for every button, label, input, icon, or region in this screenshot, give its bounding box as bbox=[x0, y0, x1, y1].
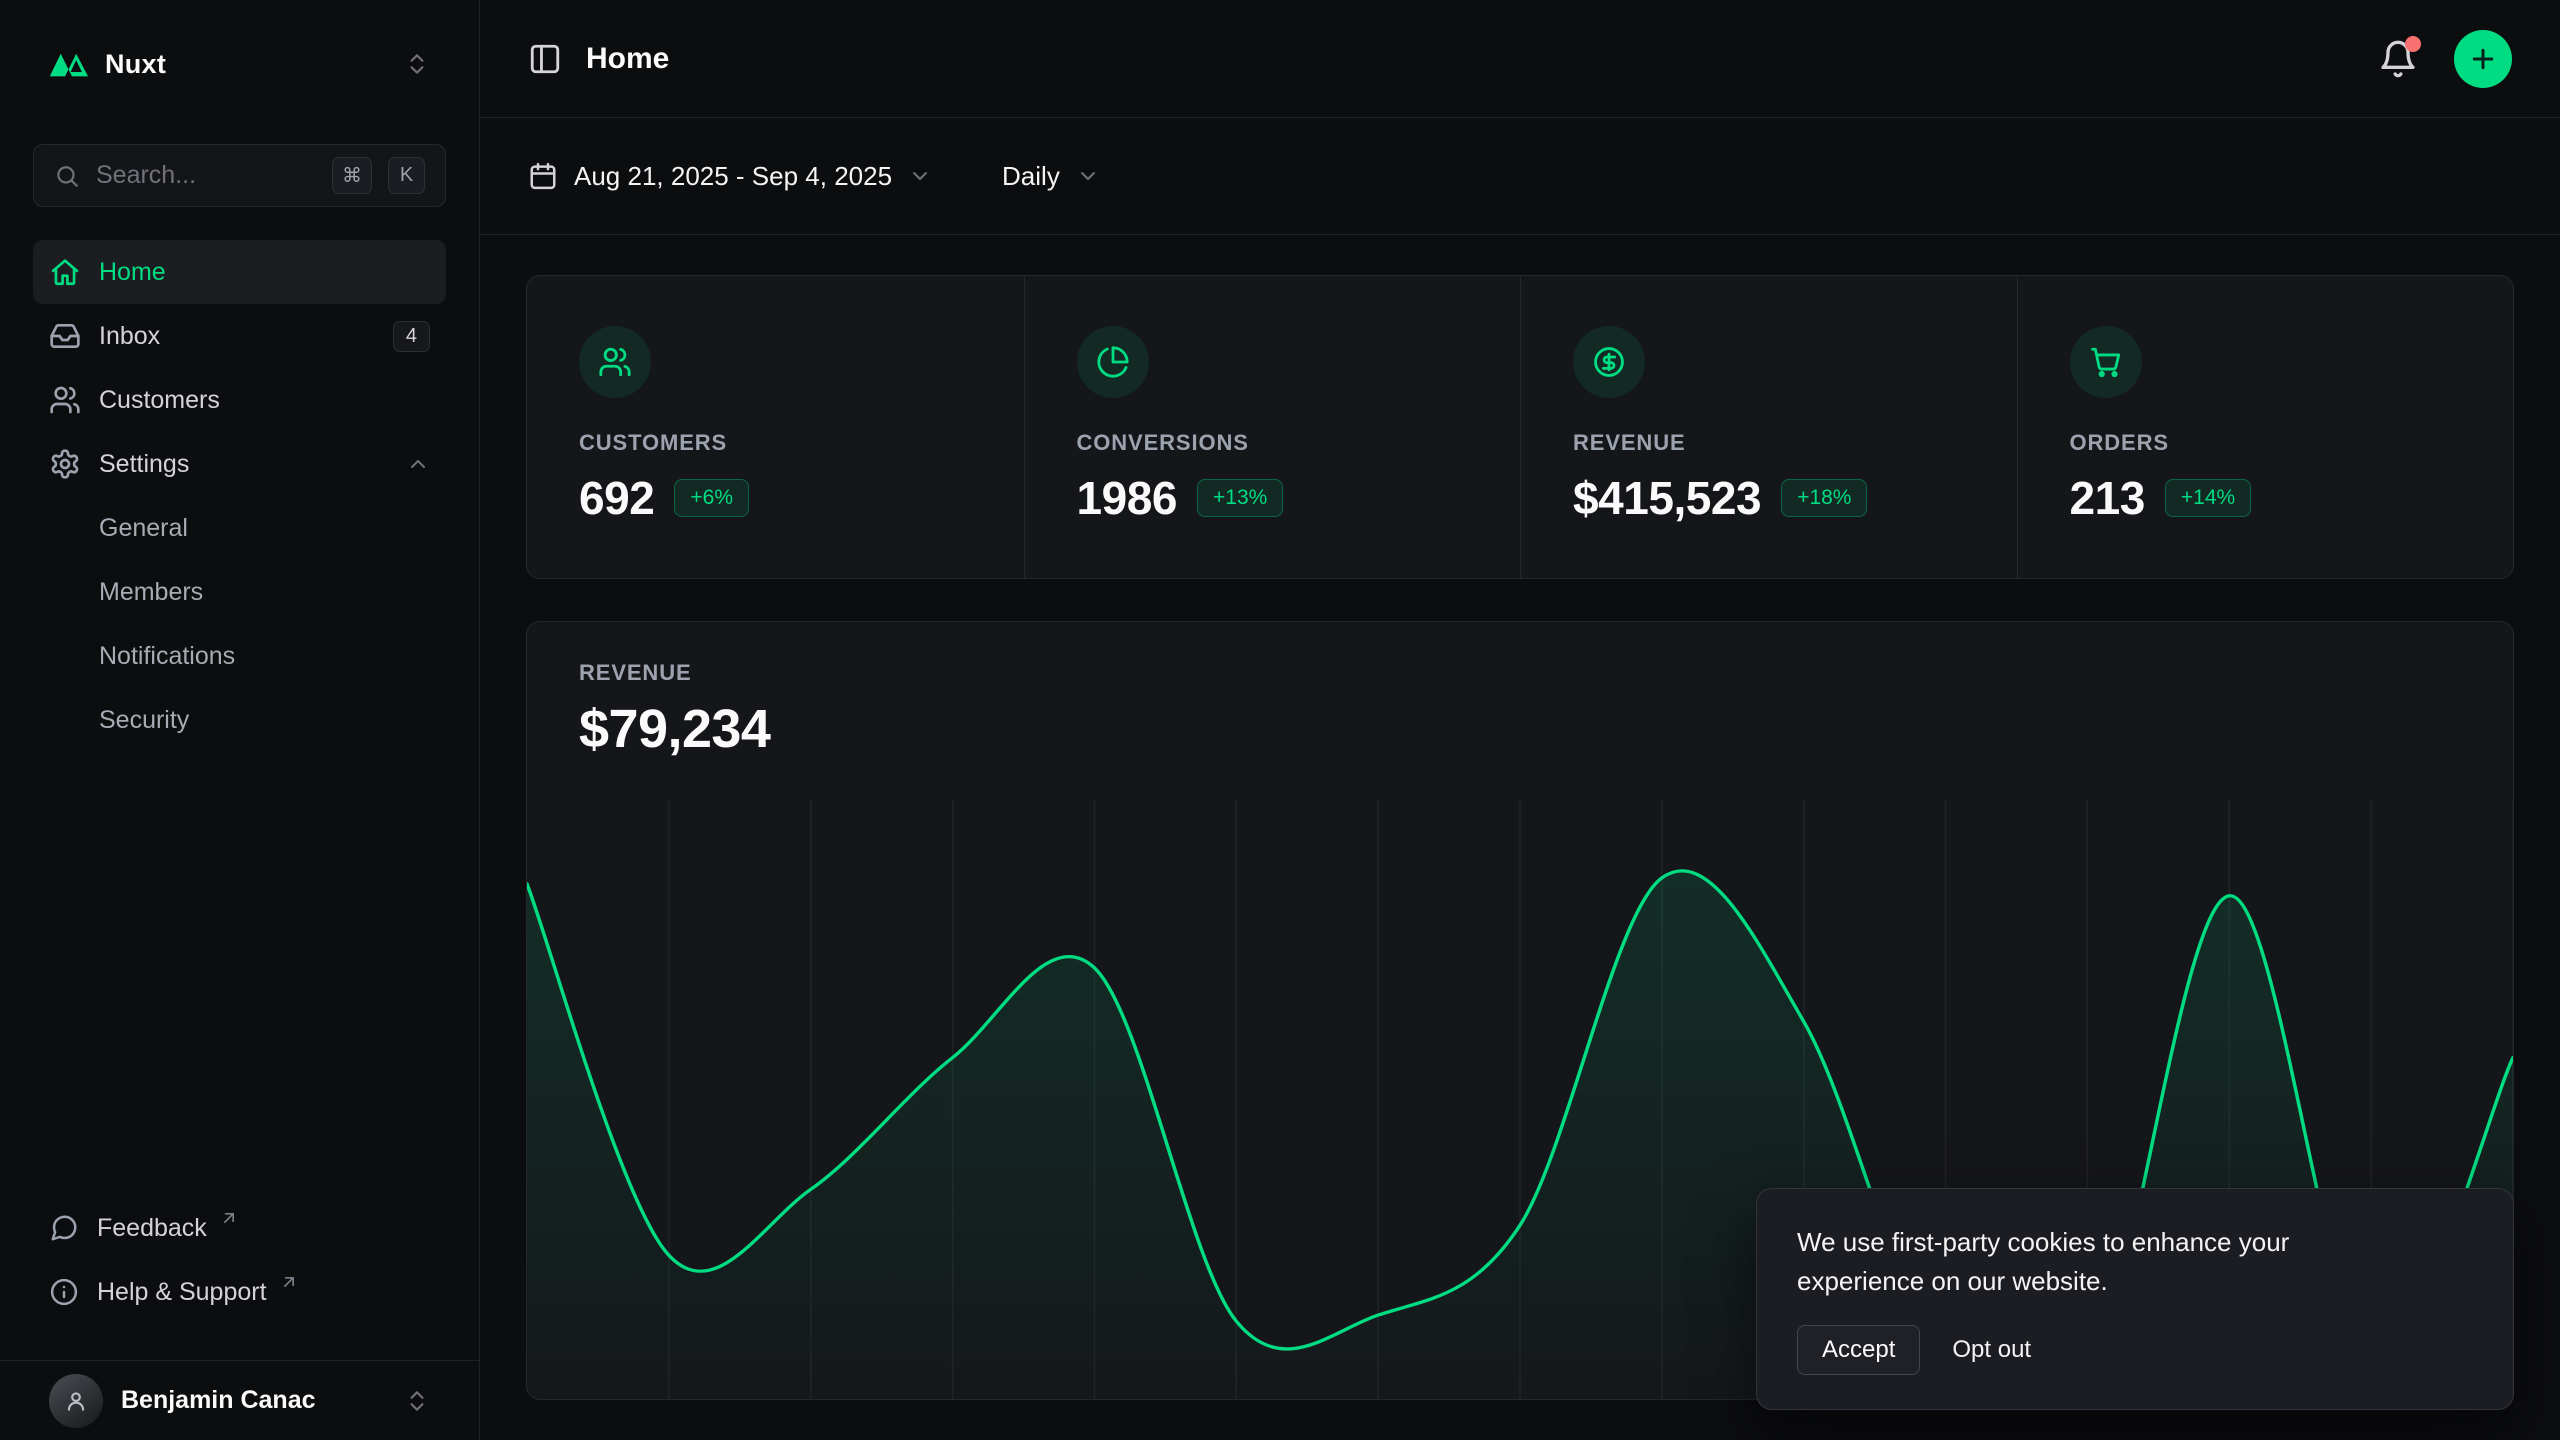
notification-dot bbox=[2405, 36, 2421, 52]
external-link-icon bbox=[219, 1208, 239, 1228]
sidebar-item-inbox[interactable]: Inbox 4 bbox=[33, 304, 446, 368]
sidebar-item-customers[interactable]: Customers bbox=[33, 368, 446, 432]
date-range-picker[interactable]: Aug 21, 2025 - Sep 4, 2025 bbox=[528, 161, 932, 192]
stats-grid: CUSTOMERS 692 +6% CONVERSIONS 1986 +13% bbox=[526, 275, 2514, 579]
sidebar-item-members[interactable]: Members bbox=[33, 560, 446, 624]
stat-label: CONVERSIONS bbox=[1077, 430, 1469, 456]
circle-dollar-icon bbox=[1573, 326, 1645, 398]
date-range-value: Aug 21, 2025 - Sep 4, 2025 bbox=[574, 161, 892, 192]
revenue-chart-header: REVENUE $79,234 bbox=[527, 622, 2513, 760]
inbox-count-badge: 4 bbox=[393, 321, 430, 352]
stat-delta-badge: +14% bbox=[2165, 479, 2251, 517]
sidebar-item-label: General bbox=[99, 514, 188, 543]
chevron-up-icon bbox=[406, 452, 430, 476]
stat-value: 1986 bbox=[1077, 471, 1178, 525]
period-select[interactable]: Daily bbox=[1002, 161, 1100, 192]
sidebar-item-label: Customers bbox=[99, 386, 220, 415]
sidebar-item-label: Notifications bbox=[99, 642, 235, 671]
stat-value: 213 bbox=[2070, 471, 2145, 525]
cookie-message: We use first-party cookies to enhance yo… bbox=[1797, 1223, 2407, 1301]
sidebar-footer: Feedback Help & Support bbox=[33, 1196, 446, 1324]
sidebar-item-label: Inbox bbox=[99, 322, 160, 351]
stat-label: CUSTOMERS bbox=[579, 430, 972, 456]
sidebar-nav: Home Inbox 4 Customers Settings Ge bbox=[33, 240, 446, 752]
notifications-button[interactable] bbox=[2378, 39, 2418, 79]
shopping-cart-icon bbox=[2070, 326, 2142, 398]
users-icon bbox=[579, 326, 651, 398]
workspace-name: Nuxt bbox=[105, 49, 166, 80]
chevron-down-icon bbox=[1076, 164, 1100, 188]
accept-button[interactable]: Accept bbox=[1797, 1325, 1920, 1375]
stat-label: ORDERS bbox=[2070, 430, 2462, 456]
avatar bbox=[49, 1374, 103, 1428]
inbox-icon bbox=[49, 320, 81, 352]
stat-label: REVENUE bbox=[1573, 430, 1965, 456]
stat-delta-badge: +18% bbox=[1781, 479, 1867, 517]
search-icon bbox=[54, 163, 80, 189]
period-value: Daily bbox=[1002, 161, 1060, 192]
revenue-chart-label: REVENUE bbox=[579, 660, 2461, 686]
nuxt-logo-icon bbox=[49, 51, 89, 78]
panel-left-icon[interactable] bbox=[528, 42, 562, 76]
sidebar-item-general[interactable]: General bbox=[33, 496, 446, 560]
kbd-k: K bbox=[388, 157, 425, 194]
header-actions bbox=[2378, 30, 2512, 88]
pie-chart-icon bbox=[1077, 326, 1149, 398]
sidebar-item-security[interactable]: Security bbox=[33, 688, 446, 752]
stat-value: $415,523 bbox=[1573, 471, 1761, 525]
sidebar-spacer bbox=[0, 752, 479, 1196]
user-menu[interactable]: Benjamin Canac bbox=[0, 1360, 479, 1440]
external-link-icon bbox=[279, 1272, 299, 1292]
cookie-actions: Accept Opt out bbox=[1797, 1325, 2473, 1375]
stat-card-conversions[interactable]: CONVERSIONS 1986 +13% bbox=[1024, 276, 1521, 578]
revenue-chart-value: $79,234 bbox=[579, 698, 2461, 760]
message-circle-icon bbox=[49, 1213, 79, 1243]
calendar-icon bbox=[528, 161, 558, 191]
gear-icon bbox=[49, 448, 81, 480]
sidebar-item-help-support[interactable]: Help & Support bbox=[33, 1260, 446, 1324]
sidebar-item-feedback[interactable]: Feedback bbox=[33, 1196, 446, 1260]
home-icon bbox=[49, 256, 81, 288]
sidebar: Nuxt Search... ⌘ K Home Inbox 4 bbox=[0, 0, 480, 1440]
chevrons-up-down-icon bbox=[404, 51, 430, 77]
stat-card-customers[interactable]: CUSTOMERS 692 +6% bbox=[527, 276, 1024, 578]
sidebar-item-label: Home bbox=[99, 258, 166, 287]
user-name: Benjamin Canac bbox=[121, 1386, 316, 1415]
sidebar-item-home[interactable]: Home bbox=[33, 240, 446, 304]
page-header: Home bbox=[480, 0, 2560, 118]
workspace-switcher[interactable]: Nuxt bbox=[33, 30, 446, 98]
filters-toolbar: Aug 21, 2025 - Sep 4, 2025 Daily bbox=[480, 118, 2560, 235]
sidebar-item-label: Settings bbox=[99, 450, 189, 479]
chevron-down-icon bbox=[908, 164, 932, 188]
stat-delta-badge: +13% bbox=[1197, 479, 1283, 517]
optout-button[interactable]: Opt out bbox=[1938, 1326, 2045, 1374]
sidebar-item-label: Security bbox=[99, 706, 189, 735]
stat-value: 692 bbox=[579, 471, 654, 525]
info-circle-icon bbox=[49, 1277, 79, 1307]
search-placeholder: Search... bbox=[96, 161, 316, 190]
chevrons-up-down-icon bbox=[404, 1388, 430, 1414]
users-icon bbox=[49, 384, 81, 416]
kbd-meta: ⌘ bbox=[332, 157, 372, 194]
sidebar-item-label: Feedback bbox=[97, 1214, 207, 1243]
sidebar-item-notifications[interactable]: Notifications bbox=[33, 624, 446, 688]
sidebar-item-label: Help & Support bbox=[97, 1278, 267, 1307]
sidebar-item-label: Members bbox=[99, 578, 203, 607]
stat-card-revenue[interactable]: REVENUE $415,523 +18% bbox=[1520, 276, 2017, 578]
stat-card-orders[interactable]: ORDERS 213 +14% bbox=[2017, 276, 2514, 578]
add-button[interactable] bbox=[2454, 30, 2512, 88]
cookie-toast: We use first-party cookies to enhance yo… bbox=[1756, 1188, 2514, 1410]
search-input[interactable]: Search... ⌘ K bbox=[33, 144, 446, 207]
sidebar-item-settings[interactable]: Settings bbox=[33, 432, 446, 496]
page-title: Home bbox=[586, 42, 669, 76]
stat-delta-badge: +6% bbox=[674, 479, 749, 517]
